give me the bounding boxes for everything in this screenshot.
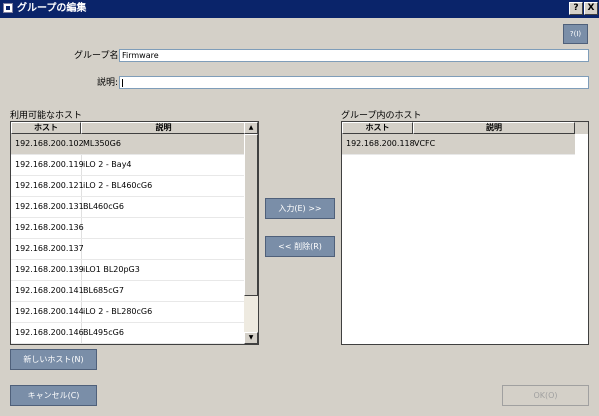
text-caret	[122, 79, 123, 87]
host-cell: 192.168.200.144	[15, 307, 84, 316]
help-icon[interactable]: ?	[569, 2, 583, 15]
host-cell: 192.168.200.119	[15, 160, 84, 169]
info-icon: ?(I)	[569, 30, 582, 38]
host-cell: 192.168.200.136	[15, 223, 84, 232]
description-cell: iLO1 BL20pG3	[83, 265, 140, 274]
table-row[interactable]: 192.168.200.119 iLO 2 - Bay4	[11, 155, 246, 176]
description-cell: iLO 2 - BL280cG6	[83, 307, 153, 316]
vertical-scrollbar[interactable]: ▲ ▼	[244, 122, 258, 344]
scroll-thumb[interactable]	[244, 134, 258, 296]
available-hosts-table[interactable]: ホスト 説明 192.168.200.102 ML350G6 192.168.200…	[10, 121, 259, 345]
table-row[interactable]: 192.168.200.141 BL685cG7	[11, 281, 246, 302]
table-row[interactable]: 192.168.200.139 iLO1 BL20pG3	[11, 260, 246, 281]
new-host-button[interactable]: 新しいホスト(N)	[10, 349, 97, 370]
info-button[interactable]: ?(I)	[563, 24, 588, 44]
add-button[interactable]: 入力(E) >>	[265, 198, 335, 219]
table-row[interactable]: 192.168.200.121 iLO 2 - BL460cG6	[11, 176, 246, 197]
ok-button[interactable]: OK(O)	[502, 385, 589, 406]
host-cell: 192.168.200.137	[15, 244, 84, 253]
description-cell: VCFC	[414, 139, 436, 148]
host-cell: 192.168.200.131	[15, 202, 84, 211]
close-icon[interactable]: X	[584, 2, 598, 15]
table-header: ホスト 説明	[11, 122, 246, 134]
group-hosts-rows: 192.168.200.118 VCFC	[342, 134, 575, 155]
cancel-button[interactable]: キャンセル(C)	[10, 385, 97, 406]
description-field[interactable]	[119, 76, 589, 89]
group-name-field[interactable]: Firmware	[119, 49, 589, 62]
host-cell: 192.168.200.139	[15, 265, 84, 274]
table-header: ホスト 説明	[342, 122, 588, 134]
table-row[interactable]: 192.168.200.146 BL495cG6	[11, 323, 246, 344]
group-name-label: グループ名:	[74, 51, 122, 61]
remove-button[interactable]: << 削除(R)	[265, 236, 335, 257]
column-header-host[interactable]: ホスト	[11, 122, 81, 134]
window-title: グループの編集	[17, 3, 87, 14]
table-row[interactable]: 192.168.200.144 iLO 2 - BL280cG6	[11, 302, 246, 323]
available-hosts-rows: 192.168.200.102 ML350G6 192.168.200.119 iLO…	[11, 134, 246, 344]
scroll-up-icon[interactable]: ▲	[244, 122, 258, 134]
column-header-description[interactable]: 説明	[413, 122, 575, 134]
description-cell: BL460cG6	[83, 202, 124, 211]
table-row[interactable]: 192.168.200.102 ML350G6	[11, 134, 246, 155]
host-cell: 192.168.200.102	[15, 139, 84, 148]
description-cell: iLO 2 - BL460cG6	[83, 181, 153, 190]
description-label: 説明:	[97, 78, 119, 88]
description-cell: ML350G6	[83, 139, 121, 148]
column-header-host[interactable]: ホスト	[342, 122, 413, 134]
table-row[interactable]: 192.168.200.136	[11, 218, 246, 239]
window-icon	[3, 3, 13, 13]
table-row[interactable]: 192.168.200.137	[11, 239, 246, 260]
group-hosts-table[interactable]: ホスト 説明 192.168.200.118 VCFC	[341, 121, 589, 345]
table-row[interactable]: 192.168.200.118 VCFC	[342, 134, 575, 155]
host-cell: 192.168.200.118	[346, 139, 415, 148]
description-cell: BL495cG6	[83, 328, 124, 337]
host-cell: 192.168.200.141	[15, 286, 84, 295]
description-cell: BL685cG7	[83, 286, 124, 295]
description-cell: iLO 2 - Bay4	[83, 160, 132, 169]
scroll-down-icon[interactable]: ▼	[244, 332, 258, 344]
host-cell: 192.168.200.146	[15, 328, 84, 337]
table-row[interactable]: 192.168.200.131 BL460cG6	[11, 197, 246, 218]
column-header-description[interactable]: 説明	[81, 122, 246, 134]
host-cell: 192.168.200.121	[15, 181, 84, 190]
title-bar: グループの編集 ? X	[0, 0, 599, 18]
